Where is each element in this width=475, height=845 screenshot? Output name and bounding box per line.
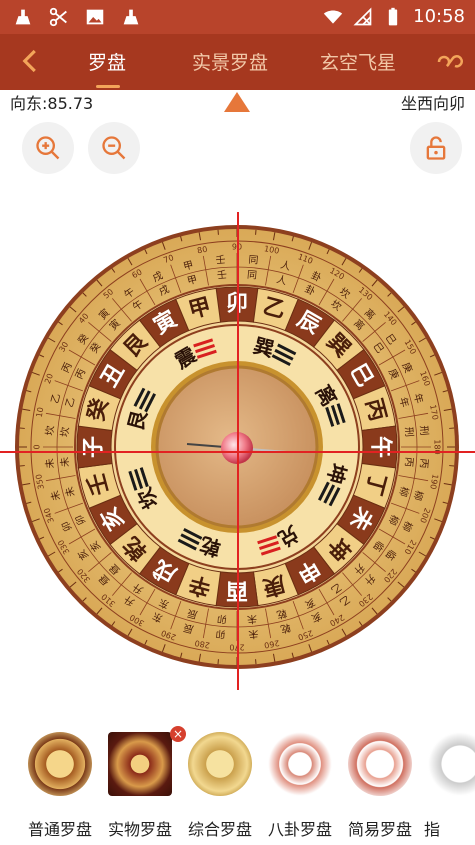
- style-simple-compass[interactable]: 简易罗盘: [340, 730, 420, 845]
- outer-ring-char: 坎: [58, 426, 72, 437]
- thumb-label: 综合罗盘: [187, 820, 252, 839]
- crosshair-horizontal: [0, 451, 475, 453]
- degree-label: 0: [33, 444, 42, 449]
- style-normal-compass[interactable]: 普通罗盘: [20, 730, 100, 845]
- heading-pointer: [224, 92, 250, 112]
- unlock-icon: [426, 136, 446, 160]
- mountain-label: 子: [82, 436, 107, 458]
- cleaner-icon-2: [123, 9, 139, 25]
- outer-ring-char: 未: [44, 458, 57, 469]
- normal-compass-thumb: [28, 732, 92, 796]
- mountain-label: 午: [368, 436, 394, 458]
- simple-compass-thumb: [348, 732, 412, 796]
- physical-compass-thumb: [108, 732, 172, 796]
- status-icons: [12, 6, 142, 28]
- battery-icon: [388, 7, 398, 25]
- degree-label: 80: [196, 245, 208, 256]
- top-nav: 罗盘 实景罗盘 玄空飞星: [0, 34, 475, 90]
- cleaner-icon: [15, 9, 31, 25]
- active-tab-indicator: [96, 85, 120, 88]
- combined-compass-thumb: [188, 732, 252, 796]
- zoom-out-icon: [102, 136, 126, 160]
- outer-ring-char: 卯: [216, 612, 227, 625]
- close-icon[interactable]: ×: [170, 726, 186, 742]
- outer-ring-char: 未: [248, 627, 259, 640]
- thumb-label: 指: [423, 820, 440, 839]
- outer-ring-char: 未: [59, 457, 72, 468]
- thumb-label: 普通罗盘: [27, 820, 92, 839]
- compass-style-selector: 普通罗盘 实物罗盘 综合罗盘 八卦罗盘 简易罗盘 指: [0, 730, 475, 845]
- tab-flying-star[interactable]: 玄空飞星: [320, 48, 396, 75]
- scissors-icon: [49, 7, 67, 27]
- outer-ring-char: 刑: [402, 426, 416, 437]
- wifi-icon: [323, 10, 343, 24]
- outer-ring-char: 丙: [402, 457, 414, 468]
- thumb-label: 八卦罗盘: [267, 820, 332, 839]
- heading-degree: 向东:85.73: [10, 94, 94, 113]
- outer-ring-char: 壬: [215, 254, 226, 267]
- outer-ring-char: 卯: [215, 627, 226, 640]
- status-bar: 10:58: [0, 0, 475, 34]
- outer-ring-char: 坎: [43, 425, 57, 436]
- back-arrow-icon[interactable]: [16, 46, 46, 76]
- loop-icon[interactable]: [431, 48, 463, 76]
- zoom-out-button[interactable]: [88, 122, 140, 174]
- clock: 10:58: [413, 6, 465, 27]
- outer-ring-char: 同: [247, 269, 258, 282]
- image-icon: [86, 9, 104, 25]
- outer-ring-char: 丙: [417, 458, 429, 469]
- lock-button[interactable]: [410, 122, 462, 174]
- style-physical-compass[interactable]: 实物罗盘: [100, 730, 180, 845]
- degree-label: 10: [35, 406, 46, 418]
- tab-realview-compass[interactable]: 实景罗盘: [192, 48, 268, 75]
- bagua-compass-thumb: [268, 732, 332, 796]
- tab-compass[interactable]: 罗盘: [88, 48, 126, 75]
- thumb-label: 简易罗盘: [347, 820, 412, 839]
- outer-ring-char: 同: [248, 254, 259, 267]
- style-more-compass[interactable]: 指: [420, 730, 475, 845]
- style-bagua-compass[interactable]: 八卦罗盘: [260, 730, 340, 845]
- sitting-orientation: 坐西向卯: [400, 94, 465, 113]
- more-compass-thumb: [428, 732, 475, 796]
- zoom-in-icon: [36, 136, 60, 160]
- outer-ring-char: 壬: [216, 269, 227, 282]
- thumb-label: 实物罗盘: [107, 820, 172, 839]
- style-combined-compass[interactable]: 综合罗盘: [180, 730, 260, 845]
- zoom-in-button[interactable]: [22, 122, 74, 174]
- outer-ring-char: 未: [247, 612, 258, 625]
- outer-ring-char: 刑: [417, 425, 431, 436]
- signal-icon: [353, 6, 372, 25]
